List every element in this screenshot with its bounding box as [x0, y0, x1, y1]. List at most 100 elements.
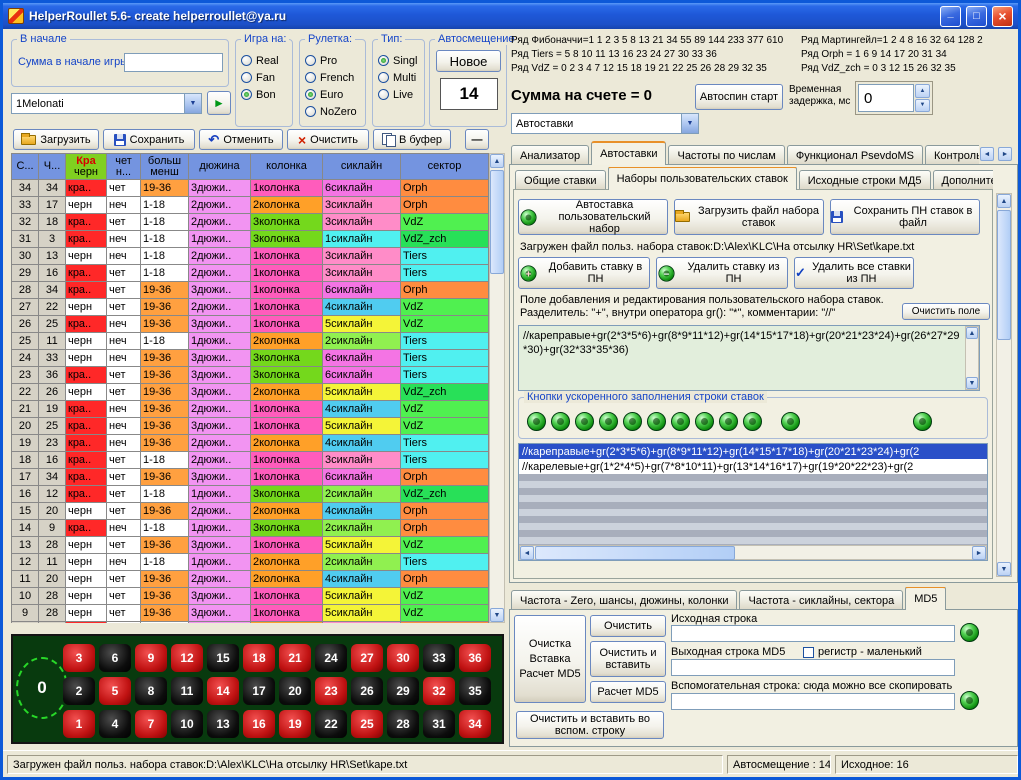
- md5-paste-aux-button[interactable]: Очистить и вставить во вспом. строку: [516, 711, 664, 739]
- copy-to-buffer-button[interactable]: В буфер: [373, 129, 451, 150]
- board-number-25[interactable]: 25: [351, 710, 383, 738]
- undo-button[interactable]: Отменить: [199, 129, 283, 150]
- table-scrollbar[interactable]: [489, 153, 505, 623]
- tab-scroll-right-icon[interactable]: [998, 147, 1012, 161]
- clear-field-button[interactable]: Очистить поле: [902, 303, 990, 320]
- table-row[interactable]: 2722чернчет19-362дюжи..1колонка4сиклайнV…: [12, 299, 489, 316]
- type-radio-live[interactable]: Live: [378, 86, 423, 103]
- stake-set-row-1[interactable]: //карелевые+gr(1*2*4*5)+gr(7*8*10*11)+gr…: [519, 459, 987, 474]
- md5-calc-button[interactable]: Расчет MD5: [590, 681, 666, 703]
- table-row[interactable]: 2625кра..неч19-363дюжи..1колонка5сиклайн…: [12, 316, 489, 333]
- maximize-button[interactable]: [966, 6, 987, 27]
- chevron-down-icon[interactable]: [184, 94, 201, 113]
- table-row[interactable]: 2025кра..неч19-363дюжи..1колонка5сиклайн…: [12, 418, 489, 435]
- md5-aux-ball-button[interactable]: [960, 691, 979, 710]
- table-row[interactable]: 2433черннеч19-363дюжи..3колонка6сиклайнT…: [12, 350, 489, 367]
- scroll-up-icon[interactable]: [997, 194, 1011, 208]
- board-number-13[interactable]: 13: [207, 710, 239, 738]
- quick-fill-ball-4[interactable]: [599, 412, 618, 431]
- board-number-0[interactable]: 0: [25, 666, 59, 710]
- save-button[interactable]: Сохранить: [103, 129, 195, 150]
- main-tab-1[interactable]: Автоставки: [591, 141, 666, 165]
- add-stake-button[interactable]: Добавить ставку в ПН: [518, 257, 650, 289]
- roulette-radio-pro[interactable]: Pro: [305, 52, 364, 69]
- quick-fill-ball-1[interactable]: [527, 412, 546, 431]
- board-number-7[interactable]: 7: [135, 710, 167, 738]
- sub-tab-3[interactable]: Дополнительные: [933, 170, 994, 190]
- type-radio-multi[interactable]: Multi: [378, 69, 423, 86]
- table-row[interactable]: 2226чернчет19-363дюжи..2колонка5сиклайнV…: [12, 384, 489, 401]
- scroll-down-icon[interactable]: [997, 562, 1011, 576]
- table-row[interactable]: 3317черннеч1-182дюжи..2колонка3сиклайнOr…: [12, 197, 489, 214]
- spin-down-icon[interactable]: [915, 99, 930, 113]
- new-button[interactable]: Новое: [436, 50, 501, 72]
- table-row[interactable]: 2916кра..чет1-182дюжи..1колонка3сиклайнT…: [12, 265, 489, 282]
- autospin-button[interactable]: Автоспин старт: [695, 84, 783, 110]
- bottom-tab-0[interactable]: Частота - Zero, шансы, дюжины, колонки: [511, 590, 737, 610]
- roulette-radio-euro[interactable]: Euro: [305, 86, 364, 103]
- scroll-left-icon[interactable]: [520, 546, 534, 560]
- delay-value[interactable]: 0: [858, 84, 914, 112]
- stake-set-row-0[interactable]: //кареправые+gr(2*3*5*6)+gr(8*9*11*12)+g…: [519, 444, 987, 459]
- board-number-20[interactable]: 20: [279, 677, 311, 705]
- board-number-16[interactable]: 16: [243, 710, 275, 738]
- panel-scrollbar[interactable]: [996, 193, 1012, 577]
- md5-source-input[interactable]: [671, 625, 955, 642]
- quick-fill-ball-7[interactable]: [671, 412, 690, 431]
- scrollbar-thumb[interactable]: [490, 170, 504, 274]
- scrollbar-thumb[interactable]: [997, 210, 1011, 340]
- table-row[interactable]: 1120чернчет19-362дюжи..2колонка4сиклайнO…: [12, 571, 489, 588]
- table-row[interactable]: 1816кра..чет1-182дюжи..1колонка3сиклайнT…: [12, 452, 489, 469]
- table-row[interactable]: 814кра..чет1-182дюжи..2колонка3сиклайнOr…: [12, 622, 489, 623]
- sub-tab-1[interactable]: Наборы пользовательских ставок: [608, 167, 797, 190]
- quick-fill-ball-9[interactable]: [719, 412, 738, 431]
- main-tab-3[interactable]: Функционал PsevdoMS: [787, 145, 923, 165]
- scroll-down-icon[interactable]: [490, 608, 504, 622]
- roulette-radio-french[interactable]: French: [305, 69, 364, 86]
- md5-clear-button[interactable]: Очистить: [590, 615, 666, 637]
- board-number-11[interactable]: 11: [171, 677, 203, 705]
- board-number-19[interactable]: 19: [279, 710, 311, 738]
- board-number-6[interactable]: 6: [99, 644, 131, 672]
- board-number-35[interactable]: 35: [459, 677, 491, 705]
- table-row[interactable]: 3434кра..чет19-363дюжи..1колонка6сиклайн…: [12, 180, 489, 197]
- quick-fill-ball-11[interactable]: [781, 412, 800, 431]
- editor-scrollbar[interactable]: [965, 326, 979, 390]
- spin-up-icon[interactable]: [915, 84, 930, 98]
- quick-fill-ball-5[interactable]: [623, 412, 642, 431]
- md5-source-ball-button[interactable]: [960, 623, 979, 642]
- table-row[interactable]: 1328чернчет19-363дюжи..1колонка5сиклайнV…: [12, 537, 489, 554]
- autostakes-combobox[interactable]: Автоставки: [511, 113, 699, 134]
- delete-stake-button[interactable]: Удалить ставку из ПН: [656, 257, 788, 289]
- type-radio-singl[interactable]: Singl: [378, 52, 423, 69]
- table-row[interactable]: 3013черннеч1-182дюжи..1колонка3сиклайнTi…: [12, 248, 489, 265]
- md5-case-checkbox[interactable]: регистр - маленький: [803, 646, 922, 658]
- close-button[interactable]: [992, 6, 1013, 27]
- game-radio-bon[interactable]: Bon: [241, 86, 291, 103]
- collapse-button[interactable]: —: [465, 129, 489, 150]
- board-number-14[interactable]: 14: [207, 677, 239, 705]
- board-number-18[interactable]: 18: [243, 644, 275, 672]
- quick-fill-ball-8[interactable]: [695, 412, 714, 431]
- board-number-15[interactable]: 15: [207, 644, 239, 672]
- play-button[interactable]: [207, 91, 231, 115]
- board-number-3[interactable]: 3: [63, 644, 95, 672]
- md5-clear-paste-button[interactable]: Очистить и вставить: [590, 641, 666, 677]
- table-row[interactable]: 313кра..неч1-181дюжи..3колонка1сиклайнVd…: [12, 231, 489, 248]
- board-number-8[interactable]: 8: [135, 677, 167, 705]
- main-tab-2[interactable]: Частоты по числам: [668, 145, 784, 165]
- board-number-30[interactable]: 30: [387, 644, 419, 672]
- table-row[interactable]: 1734кра..чет19-363дюжи..1колонка6сиклайн…: [12, 469, 489, 486]
- stake-set-list[interactable]: //кареправые+gr(2*3*5*6)+gr(8*9*11*12)+g…: [518, 443, 988, 561]
- board-number-34[interactable]: 34: [459, 710, 491, 738]
- board-number-28[interactable]: 28: [387, 710, 419, 738]
- load-stake-set-button[interactable]: Загрузить файл набора ставок: [674, 199, 824, 235]
- table-row[interactable]: 1520чернчет19-362дюжи..2колонка4сиклайнO…: [12, 503, 489, 520]
- board-number-2[interactable]: 2: [63, 677, 95, 705]
- save-stake-set-button[interactable]: Сохранить ПН ставок в файл: [830, 199, 980, 235]
- board-number-21[interactable]: 21: [279, 644, 311, 672]
- scroll-down-icon[interactable]: [966, 377, 978, 389]
- board-number-22[interactable]: 22: [315, 710, 347, 738]
- board-number-23[interactable]: 23: [315, 677, 347, 705]
- scrollbar-thumb[interactable]: [535, 546, 735, 560]
